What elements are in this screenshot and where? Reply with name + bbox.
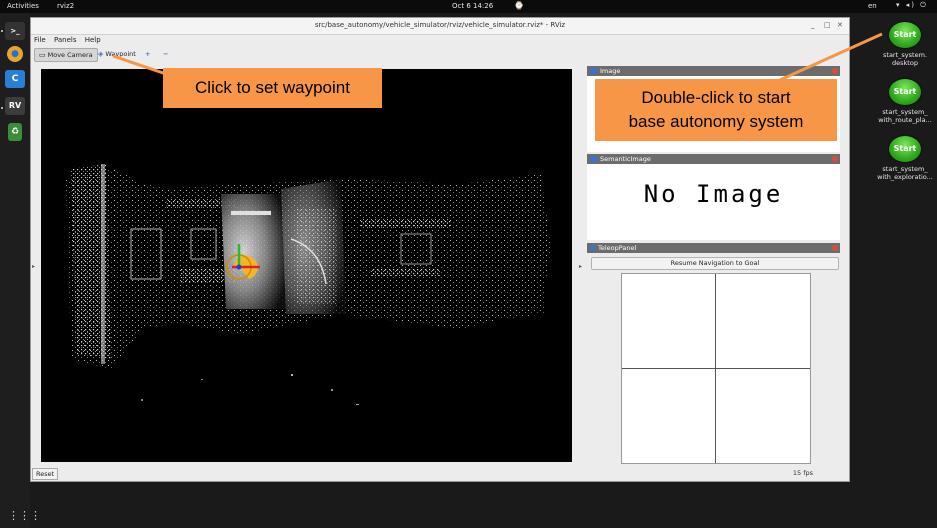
clock[interactable]: Oct 6 14:26: [452, 2, 493, 10]
menu-file[interactable]: File: [34, 36, 46, 44]
visual-studio-code-icon[interactable]: C: [5, 70, 25, 88]
add-tool-button[interactable]: +: [141, 48, 154, 60]
active-app-menu[interactable]: rviz2: [57, 2, 74, 10]
desktop-icon-label: start_system. desktop: [883, 51, 927, 67]
teleop-panel-title: TeleopPanel: [598, 244, 637, 252]
show-apps-icon[interactable]: ⋮⋮⋮: [8, 509, 41, 522]
gnome-top-bar: Activities rviz2 Oct 6 14:26 ⌚ en ▾ ◂) ⏻: [0, 0, 937, 13]
desktop-icon-start-system-exploration[interactable]: Start start_system_ with_exploratio...: [870, 136, 937, 181]
window-titlebar[interactable]: src/base_autonomy/vehicle_simulator/rviz…: [31, 18, 849, 35]
image-panel-close-icon[interactable]: [832, 68, 838, 74]
reset-button[interactable]: Reset: [32, 468, 59, 480]
start-callout-line1: Double-click to start: [641, 88, 791, 107]
semantic-image-panel-header[interactable]: SemanticImage: [587, 154, 840, 164]
running-indicator: [1, 30, 3, 32]
point-cloud-map: [66, 164, 551, 405]
right-dock-collapse-icon[interactable]: ▸: [579, 263, 582, 270]
desktop-icon-label: start_system_ with_route_pla...: [878, 108, 932, 124]
window-title: src/base_autonomy/vehicle_simulator/rviz…: [314, 21, 566, 29]
no-image-placeholder: No Image: [643, 180, 784, 208]
running-indicator: [1, 107, 3, 109]
waypoint-label: Waypoint: [105, 50, 136, 58]
waypoint-icon: ◈: [98, 50, 104, 58]
start-icon: Start: [889, 79, 921, 105]
close-button[interactable]: ✕: [837, 21, 843, 29]
desktop-icon-start-system[interactable]: Start start_system. desktop: [870, 22, 937, 67]
chrome-icon[interactable]: ●: [7, 46, 23, 62]
dock: >_ ● C RV ♻ ⋮⋮⋮: [0, 13, 41, 528]
remove-tool-button[interactable]: −: [159, 48, 172, 60]
left-dock-collapse-icon[interactable]: ▸: [32, 263, 35, 270]
pad-horizontal-axis: [622, 368, 810, 369]
image-panel-header[interactable]: Image: [587, 66, 840, 76]
waypoint-callout: Click to set waypoint: [163, 68, 382, 108]
start-icon: Start: [889, 136, 921, 162]
system-tray[interactable]: ▾ ◂) ⏻: [896, 1, 928, 10]
start-icon: Start: [889, 22, 921, 48]
rviz-icon[interactable]: RV: [5, 97, 25, 115]
menu-help[interactable]: Help: [85, 36, 101, 44]
language-indicator[interactable]: en: [868, 2, 877, 10]
terminal-icon[interactable]: >_: [5, 22, 25, 40]
semantic-image-panel-close-icon[interactable]: [832, 156, 838, 162]
image-panel-title: Image: [600, 67, 621, 75]
fps-readout: 15 fps: [792, 469, 813, 477]
desktop-icon-start-system-route-planner[interactable]: Start start_system_ with_route_pla...: [870, 79, 937, 124]
trash-icon[interactable]: ♻: [8, 123, 22, 141]
image-panel-icon: [590, 68, 597, 74]
activities-button[interactable]: Activities: [7, 2, 39, 10]
minimize-button[interactable]: _: [811, 21, 815, 29]
status-bar: Reset 15 fps: [31, 467, 849, 480]
start-callout-line2: base autonomy system: [628, 112, 804, 131]
menu-bar: File Panels Help: [34, 36, 107, 44]
waypoint-tool[interactable]: ◈ Waypoint: [94, 48, 140, 60]
teleop-panel-icon: [588, 244, 597, 253]
semantic-image-panel-title: SemanticImage: [600, 155, 651, 163]
move-camera-label: Move Camera: [47, 51, 93, 59]
maximize-button[interactable]: □: [824, 21, 831, 29]
start-system-callout: Double-click to start base autonomy syst…: [595, 79, 837, 141]
teleop-panel-header[interactable]: TeleopPanel: [587, 243, 840, 253]
move-camera-tool[interactable]: ▭ Move Camera: [34, 48, 98, 62]
desktop-icon-label: start_system_ with_exploratio...: [877, 165, 933, 181]
notification-icon: ⌚: [514, 1, 524, 10]
menu-panels[interactable]: Panels: [54, 36, 77, 44]
teleop-joystick-pad[interactable]: [621, 273, 811, 464]
teleop-panel-close-icon[interactable]: [832, 245, 838, 251]
semantic-image-panel-icon: [590, 156, 597, 162]
resume-navigation-button[interactable]: Resume Navigation to Goal: [591, 257, 839, 270]
3d-viewport[interactable]: [41, 69, 572, 462]
camera-icon: ▭: [39, 51, 46, 59]
semantic-image-panel-view: No Image: [587, 164, 840, 240]
